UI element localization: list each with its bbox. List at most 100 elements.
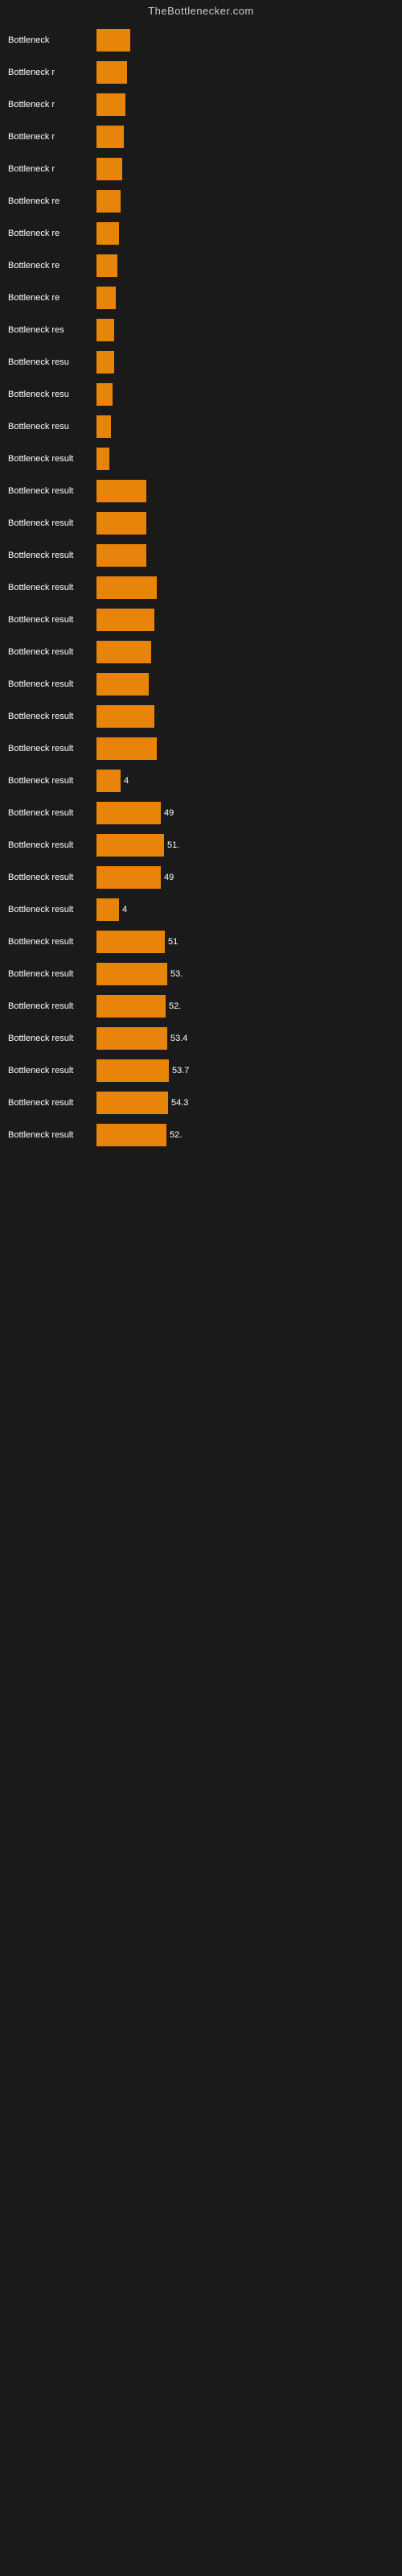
bar (96, 61, 127, 84)
bar-row: Bottleneck result4 (8, 894, 394, 925)
bar-row: Bottleneck result (8, 669, 394, 700)
bar (96, 544, 146, 567)
bar (96, 576, 157, 599)
bar-value: 52. (170, 1130, 182, 1140)
bar-container (96, 512, 394, 535)
bar-container (96, 448, 394, 470)
bar-label: Bottleneck result (8, 647, 96, 657)
bar-row: Bottleneck result49 (8, 798, 394, 828)
bar-container (96, 287, 394, 309)
bar-container: 51. (96, 834, 394, 857)
bar (96, 673, 149, 696)
bar (96, 158, 122, 180)
bar (96, 1092, 168, 1114)
bar-container: 54.3 (96, 1092, 394, 1114)
bar-row: Bottleneck result52. (8, 991, 394, 1022)
bar-value: 4 (124, 776, 129, 786)
bar (96, 1027, 167, 1050)
bar-container: 51 (96, 931, 394, 953)
bar-label: Bottleneck result (8, 486, 96, 496)
bar-label: Bottleneck result (8, 808, 96, 818)
bar-value: 53.7 (172, 1066, 189, 1075)
bar-label: Bottleneck result (8, 744, 96, 753)
bar-row: Bottleneck result (8, 605, 394, 635)
bar-container: 53.4 (96, 1027, 394, 1050)
bar-container (96, 254, 394, 277)
bar-row: Bottleneck r (8, 57, 394, 88)
bar (96, 319, 114, 341)
bar-container: 49 (96, 802, 394, 824)
bar (96, 190, 121, 213)
bar-container (96, 415, 394, 438)
bar (96, 866, 161, 889)
bar-row: Bottleneck re (8, 250, 394, 281)
bar-row: Bottleneck res (8, 315, 394, 345)
bar-row: Bottleneck result51. (8, 830, 394, 861)
bar-container (96, 480, 394, 502)
bar-label: Bottleneck result (8, 1001, 96, 1011)
bar-label: Bottleneck r (8, 100, 96, 109)
bar-container: 52. (96, 995, 394, 1018)
bar (96, 705, 154, 728)
bar-container (96, 319, 394, 341)
bar-label: Bottleneck result (8, 1066, 96, 1075)
bar-label: Bottleneck re (8, 293, 96, 303)
bar-label: Bottleneck result (8, 454, 96, 464)
bar (96, 222, 119, 245)
bar-label: Bottleneck resu (8, 422, 96, 431)
bar-label: Bottleneck result (8, 712, 96, 721)
bar (96, 609, 154, 631)
bar-container: 53. (96, 963, 394, 985)
bar-row: Bottleneck (8, 25, 394, 56)
bar (96, 254, 117, 277)
bar-label: Bottleneck result (8, 1130, 96, 1140)
bar-label: Bottleneck result (8, 873, 96, 882)
bar (96, 1124, 166, 1146)
bar-row: Bottleneck result 52. (8, 1120, 394, 1150)
bar-row: Bottleneck result 4 (8, 766, 394, 796)
bar-label: Bottleneck res (8, 325, 96, 335)
bar-row: Bottleneck r (8, 154, 394, 184)
bar-container (96, 93, 394, 116)
bar (96, 770, 121, 792)
bar-label: Bottleneck re (8, 196, 96, 206)
bar-container (96, 383, 394, 406)
bar-label: Bottleneck result (8, 518, 96, 528)
bar-value: 49 (164, 873, 174, 882)
bar-container (96, 609, 394, 631)
bar-container (96, 544, 394, 567)
bar-row: Bottleneck result (8, 637, 394, 667)
bar-row: Bottleneck result53.4 (8, 1023, 394, 1054)
bar (96, 126, 124, 148)
bar-container (96, 673, 394, 696)
bar (96, 1059, 169, 1082)
bar-container (96, 126, 394, 148)
bar (96, 641, 151, 663)
bar-label: Bottleneck result (8, 905, 96, 914)
bar-row: Bottleneck re (8, 283, 394, 313)
bar-label: Bottleneck result (8, 937, 96, 947)
bar-label: Bottleneck result (8, 776, 96, 786)
bar-container (96, 737, 394, 760)
bar-container (96, 351, 394, 374)
bar-label: Bottleneck r (8, 164, 96, 174)
bar (96, 898, 119, 921)
bar-label: Bottleneck result (8, 679, 96, 689)
bar-row: Bottleneck resu (8, 411, 394, 442)
bar-container (96, 190, 394, 213)
bar-row: Bottleneck re (8, 186, 394, 217)
bar-label: Bottleneck result (8, 1098, 96, 1108)
bar-label: Bottleneck re (8, 261, 96, 270)
bar-row: Bottleneck result (8, 540, 394, 571)
bar-label: Bottleneck resu (8, 357, 96, 367)
site-title: TheBottlenecker.com (0, 0, 402, 25)
bar-row: Bottleneck re (8, 218, 394, 249)
bar-label: Bottleneck r (8, 68, 96, 77)
bar-label: Bottleneck result (8, 583, 96, 592)
bar-value: 54.3 (171, 1098, 188, 1108)
bar-label: Bottleneck re (8, 229, 96, 238)
bar-label: Bottleneck resu (8, 390, 96, 399)
chart-area: Bottleneck Bottleneck r Bottleneck r Bottle… (0, 25, 402, 1150)
bar-container (96, 576, 394, 599)
bar-row: Bottleneck r (8, 89, 394, 120)
